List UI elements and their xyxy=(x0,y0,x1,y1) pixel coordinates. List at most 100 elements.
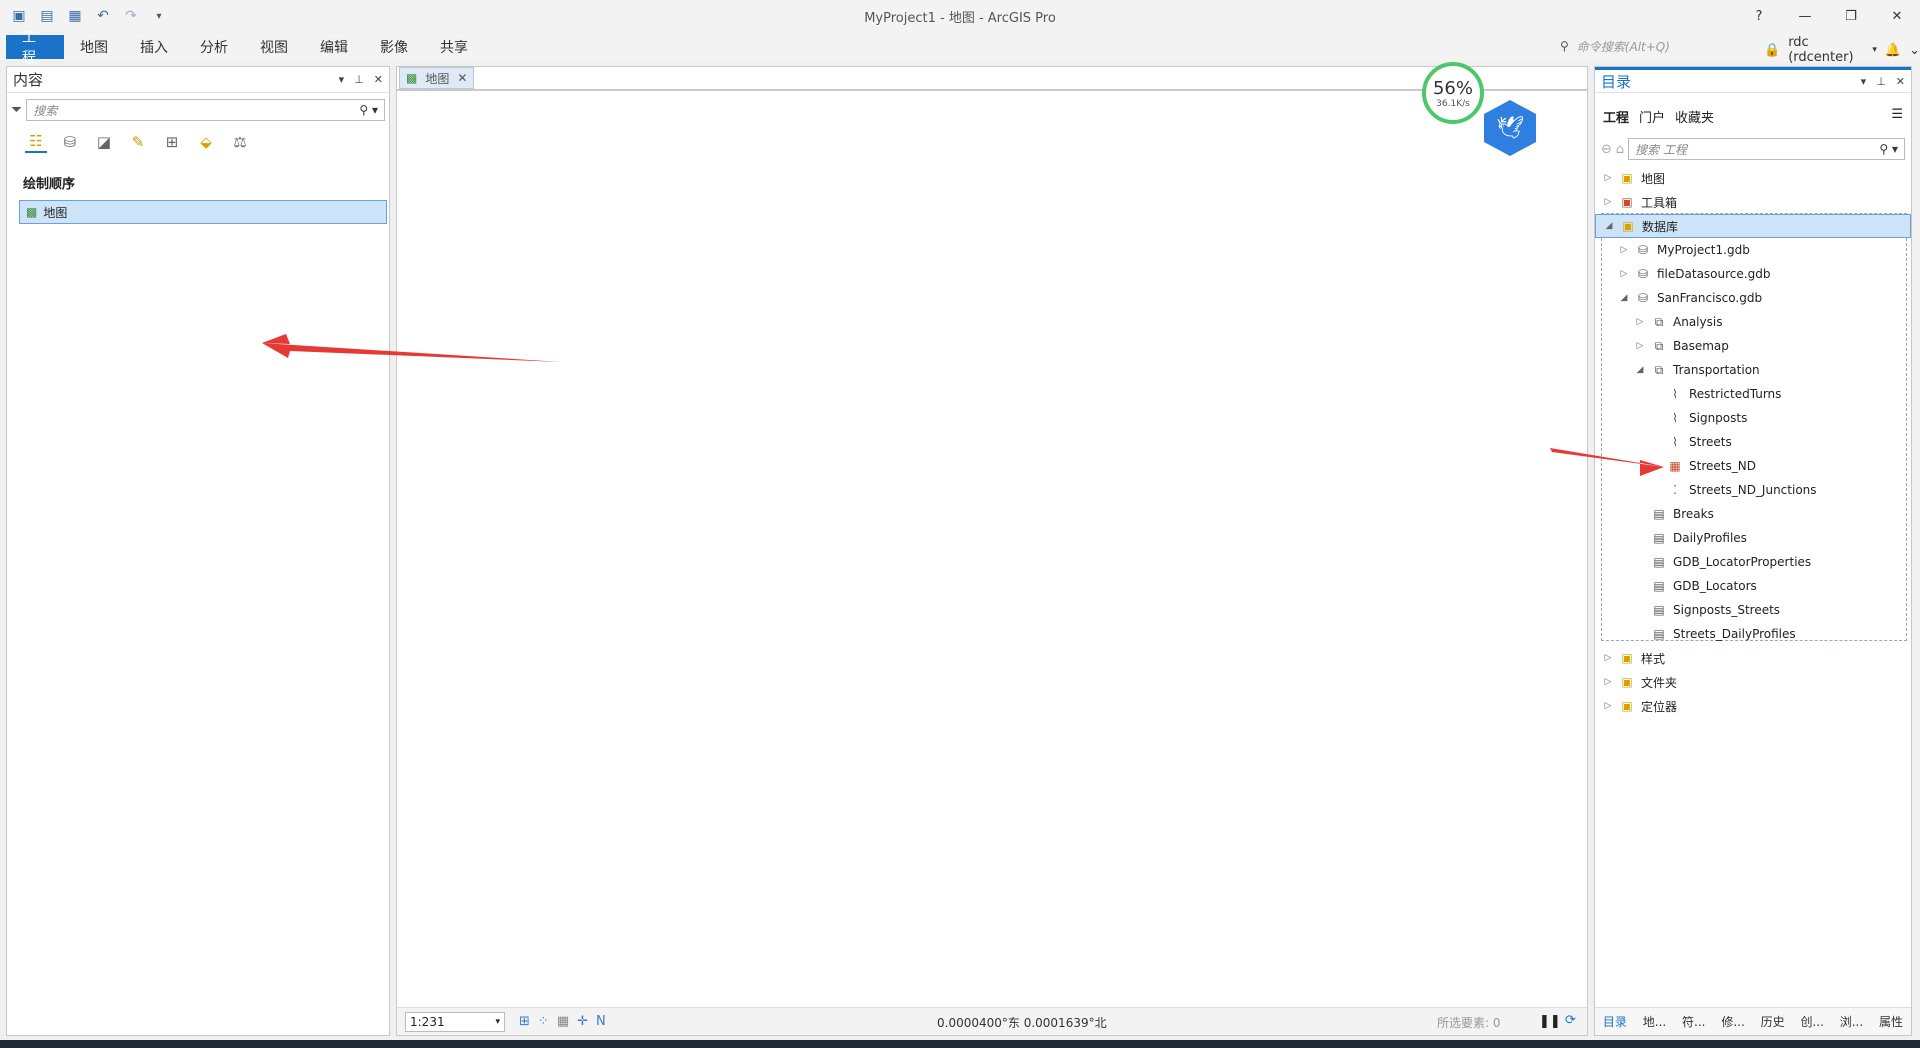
expander-icon[interactable]: ▷ xyxy=(1619,245,1629,255)
pane-switch-tab[interactable]: 地... xyxy=(1643,1013,1666,1030)
tree-node[interactable]: ▷ ⧉ Analysis xyxy=(1595,310,1911,334)
expander-icon[interactable]: ▷ xyxy=(1635,317,1645,327)
map-canvas[interactable] xyxy=(397,89,1587,1007)
close-button[interactable]: ✕ xyxy=(1874,0,1920,32)
tab-project[interactable]: 工程 xyxy=(6,30,64,66)
command-search-input[interactable]: ⚲ 命令搜索(Alt+Q) xyxy=(1560,35,1760,57)
expander-icon[interactable]: ▷ xyxy=(1635,341,1645,351)
tree-node[interactable]: ▷ ⧉ Basemap xyxy=(1595,334,1911,358)
pane-options-icon[interactable]: ▾ xyxy=(1861,75,1867,88)
tree-node[interactable]: ◢ ⛁ SanFrancisco.gdb xyxy=(1595,286,1911,310)
expander-icon[interactable]: ▷ xyxy=(1603,653,1613,663)
pane-switch-tab[interactable]: 浏... xyxy=(1840,1013,1863,1030)
expander-icon[interactable]: ▷ xyxy=(1603,677,1613,687)
tab-insert[interactable]: 插入 xyxy=(124,35,184,59)
pane-switch-tab[interactable]: 目录 xyxy=(1603,1013,1627,1030)
help-button[interactable]: ? xyxy=(1736,0,1782,32)
pin-icon[interactable]: ⊥ xyxy=(354,73,364,86)
home-icon[interactable]: ⌂ xyxy=(1616,142,1624,157)
north-arrow-icon[interactable]: N xyxy=(596,1014,606,1029)
new-project-icon[interactable]: ▣ xyxy=(8,5,30,27)
ribbon-collapse-icon[interactable]: ⌄ xyxy=(1909,43,1920,58)
tab-map[interactable]: 地图 xyxy=(64,35,124,59)
tree-node[interactable]: ▷ ⛁ MyProject1.gdb xyxy=(1595,238,1911,262)
tree-node[interactable]: ▤ GDB_LocatorProperties xyxy=(1595,550,1911,574)
expander-icon[interactable]: ▷ xyxy=(1603,701,1613,711)
tree-node[interactable]: ▷ ▣ 地图 xyxy=(1595,166,1911,190)
contents-search-input[interactable]: 搜索 ⚲ ▾ xyxy=(26,99,385,121)
minimize-button[interactable]: — xyxy=(1782,0,1828,32)
tree-node[interactable]: ▤ Signposts_Streets xyxy=(1595,598,1911,622)
scatter-icon[interactable]: ⁘ xyxy=(538,1014,549,1029)
open-project-icon[interactable]: ▤ xyxy=(36,5,58,27)
tree-node[interactable]: ▦ Streets_ND xyxy=(1595,454,1911,478)
restore-button[interactable]: ❐ xyxy=(1828,0,1874,32)
close-icon[interactable]: ✕ xyxy=(457,71,467,85)
tree-node[interactable]: ▤ DailyProfiles xyxy=(1595,526,1911,550)
labeling-icon[interactable]: ⬙ xyxy=(195,131,217,153)
back-icon[interactable]: ⊖ xyxy=(1601,142,1612,157)
pane-switch-tab[interactable]: 符... xyxy=(1682,1013,1705,1030)
tab-analysis[interactable]: 分析 xyxy=(184,35,244,59)
tree-node[interactable]: ▷ ⛁ fileDatasource.gdb xyxy=(1595,262,1911,286)
expander-icon[interactable]: ▷ xyxy=(1603,197,1613,207)
tab-catalog-favorites[interactable]: 收藏夹 xyxy=(1675,107,1714,126)
tree-node[interactable]: ⌇ RestrictedTurns xyxy=(1595,382,1911,406)
tree-node[interactable]: ▤ Breaks xyxy=(1595,502,1911,526)
pane-switch-tab[interactable]: 修... xyxy=(1721,1013,1744,1030)
grid-icon[interactable]: ⊞ xyxy=(519,1014,530,1029)
pane-switch-tab[interactable]: 历史 xyxy=(1761,1013,1785,1030)
tree-node[interactable]: ⌇ Streets xyxy=(1595,430,1911,454)
close-icon[interactable]: ✕ xyxy=(374,73,383,86)
pause-icon[interactable]: ❚❚ xyxy=(1539,1014,1561,1029)
pin-icon[interactable]: ⊥ xyxy=(1876,75,1886,88)
crosshair-icon[interactable]: ✛ xyxy=(577,1014,588,1029)
expander-icon[interactable]: ◢ xyxy=(1619,293,1629,303)
table-grid-icon[interactable]: ▦ xyxy=(557,1014,569,1029)
user-menu[interactable]: 🔒 rdc (rdcenter) ▾ 🔔 ⌄ xyxy=(1764,35,1920,65)
tree-node[interactable]: ▷ ▣ 工具箱 xyxy=(1595,190,1911,214)
snapping-icon[interactable]: ⊞ xyxy=(161,131,183,153)
scale-selector[interactable]: 1:231 ▾ xyxy=(405,1011,505,1032)
selection-icon[interactable]: ◪ xyxy=(93,131,115,153)
tree-node[interactable]: ▷ ▣ 定位器 xyxy=(1595,694,1911,718)
notification-icon[interactable]: 🔔 xyxy=(1885,43,1901,58)
tab-catalog-project[interactable]: 工程 xyxy=(1603,107,1629,126)
close-icon[interactable]: ✕ xyxy=(1896,75,1905,88)
network-speed-widget[interactable]: 56% 36.1K/s xyxy=(1422,62,1484,124)
tab-edit[interactable]: 编辑 xyxy=(304,35,364,59)
tab-catalog-portal[interactable]: 门户 xyxy=(1639,107,1665,126)
pane-options-icon[interactable]: ▾ xyxy=(339,73,345,86)
tree-node[interactable]: ◢ ⧉ Transportation xyxy=(1595,358,1911,382)
catalog-search-input[interactable]: 搜索 工程 ⚲ ▾ xyxy=(1628,138,1905,160)
editing-icon[interactable]: ✎ xyxy=(127,131,149,153)
tree-node[interactable]: ▤ Streets_DailyProfiles xyxy=(1595,622,1911,646)
expander-icon[interactable]: ◢ xyxy=(1604,221,1614,231)
expander-icon[interactable]: ▷ xyxy=(1619,269,1629,279)
tree-node[interactable]: ▷ ▣ 文件夹 xyxy=(1595,670,1911,694)
refresh-icon[interactable]: ⟳ xyxy=(1565,1013,1576,1028)
save-icon[interactable]: ▦ xyxy=(64,5,86,27)
tab-share[interactable]: 共享 xyxy=(424,35,484,59)
customize-qat-icon[interactable]: ▾ xyxy=(148,5,170,27)
expander-icon[interactable]: ◢ xyxy=(1635,365,1645,375)
expander-icon[interactable]: ▷ xyxy=(1603,173,1613,183)
tree-node[interactable]: ◢ ▣ 数据库 xyxy=(1595,214,1911,238)
data-source-icon[interactable]: ⛁ xyxy=(59,131,81,153)
tab-imagery[interactable]: 影像 xyxy=(364,35,424,59)
map-layer-item[interactable]: ▩ 地图 xyxy=(19,200,387,224)
undo-icon[interactable]: ↶ xyxy=(92,5,114,27)
pane-switch-tab[interactable]: 创... xyxy=(1800,1013,1823,1030)
tree-node[interactable]: ⁚ Streets_ND_Junctions xyxy=(1595,478,1911,502)
tree-node[interactable]: ⌇ Signposts xyxy=(1595,406,1911,430)
charts-icon[interactable]: ⚖ xyxy=(229,131,251,153)
pane-switch-tab[interactable]: 属性 xyxy=(1879,1013,1903,1030)
tree-node[interactable]: ▷ ▣ 样式 xyxy=(1595,646,1911,670)
map-view-tab[interactable]: ▩ 地图 ✕ xyxy=(399,67,475,89)
filter-icon[interactable]: ⏷ xyxy=(11,102,22,118)
drawing-order-icon[interactable]: ☷ xyxy=(25,131,47,153)
tree-node[interactable]: ▤ GDB_Locators xyxy=(1595,574,1911,598)
redo-icon[interactable]: ↷ xyxy=(120,5,142,27)
menu-icon[interactable]: ☰ xyxy=(1891,107,1903,126)
tab-view[interactable]: 视图 xyxy=(244,35,304,59)
